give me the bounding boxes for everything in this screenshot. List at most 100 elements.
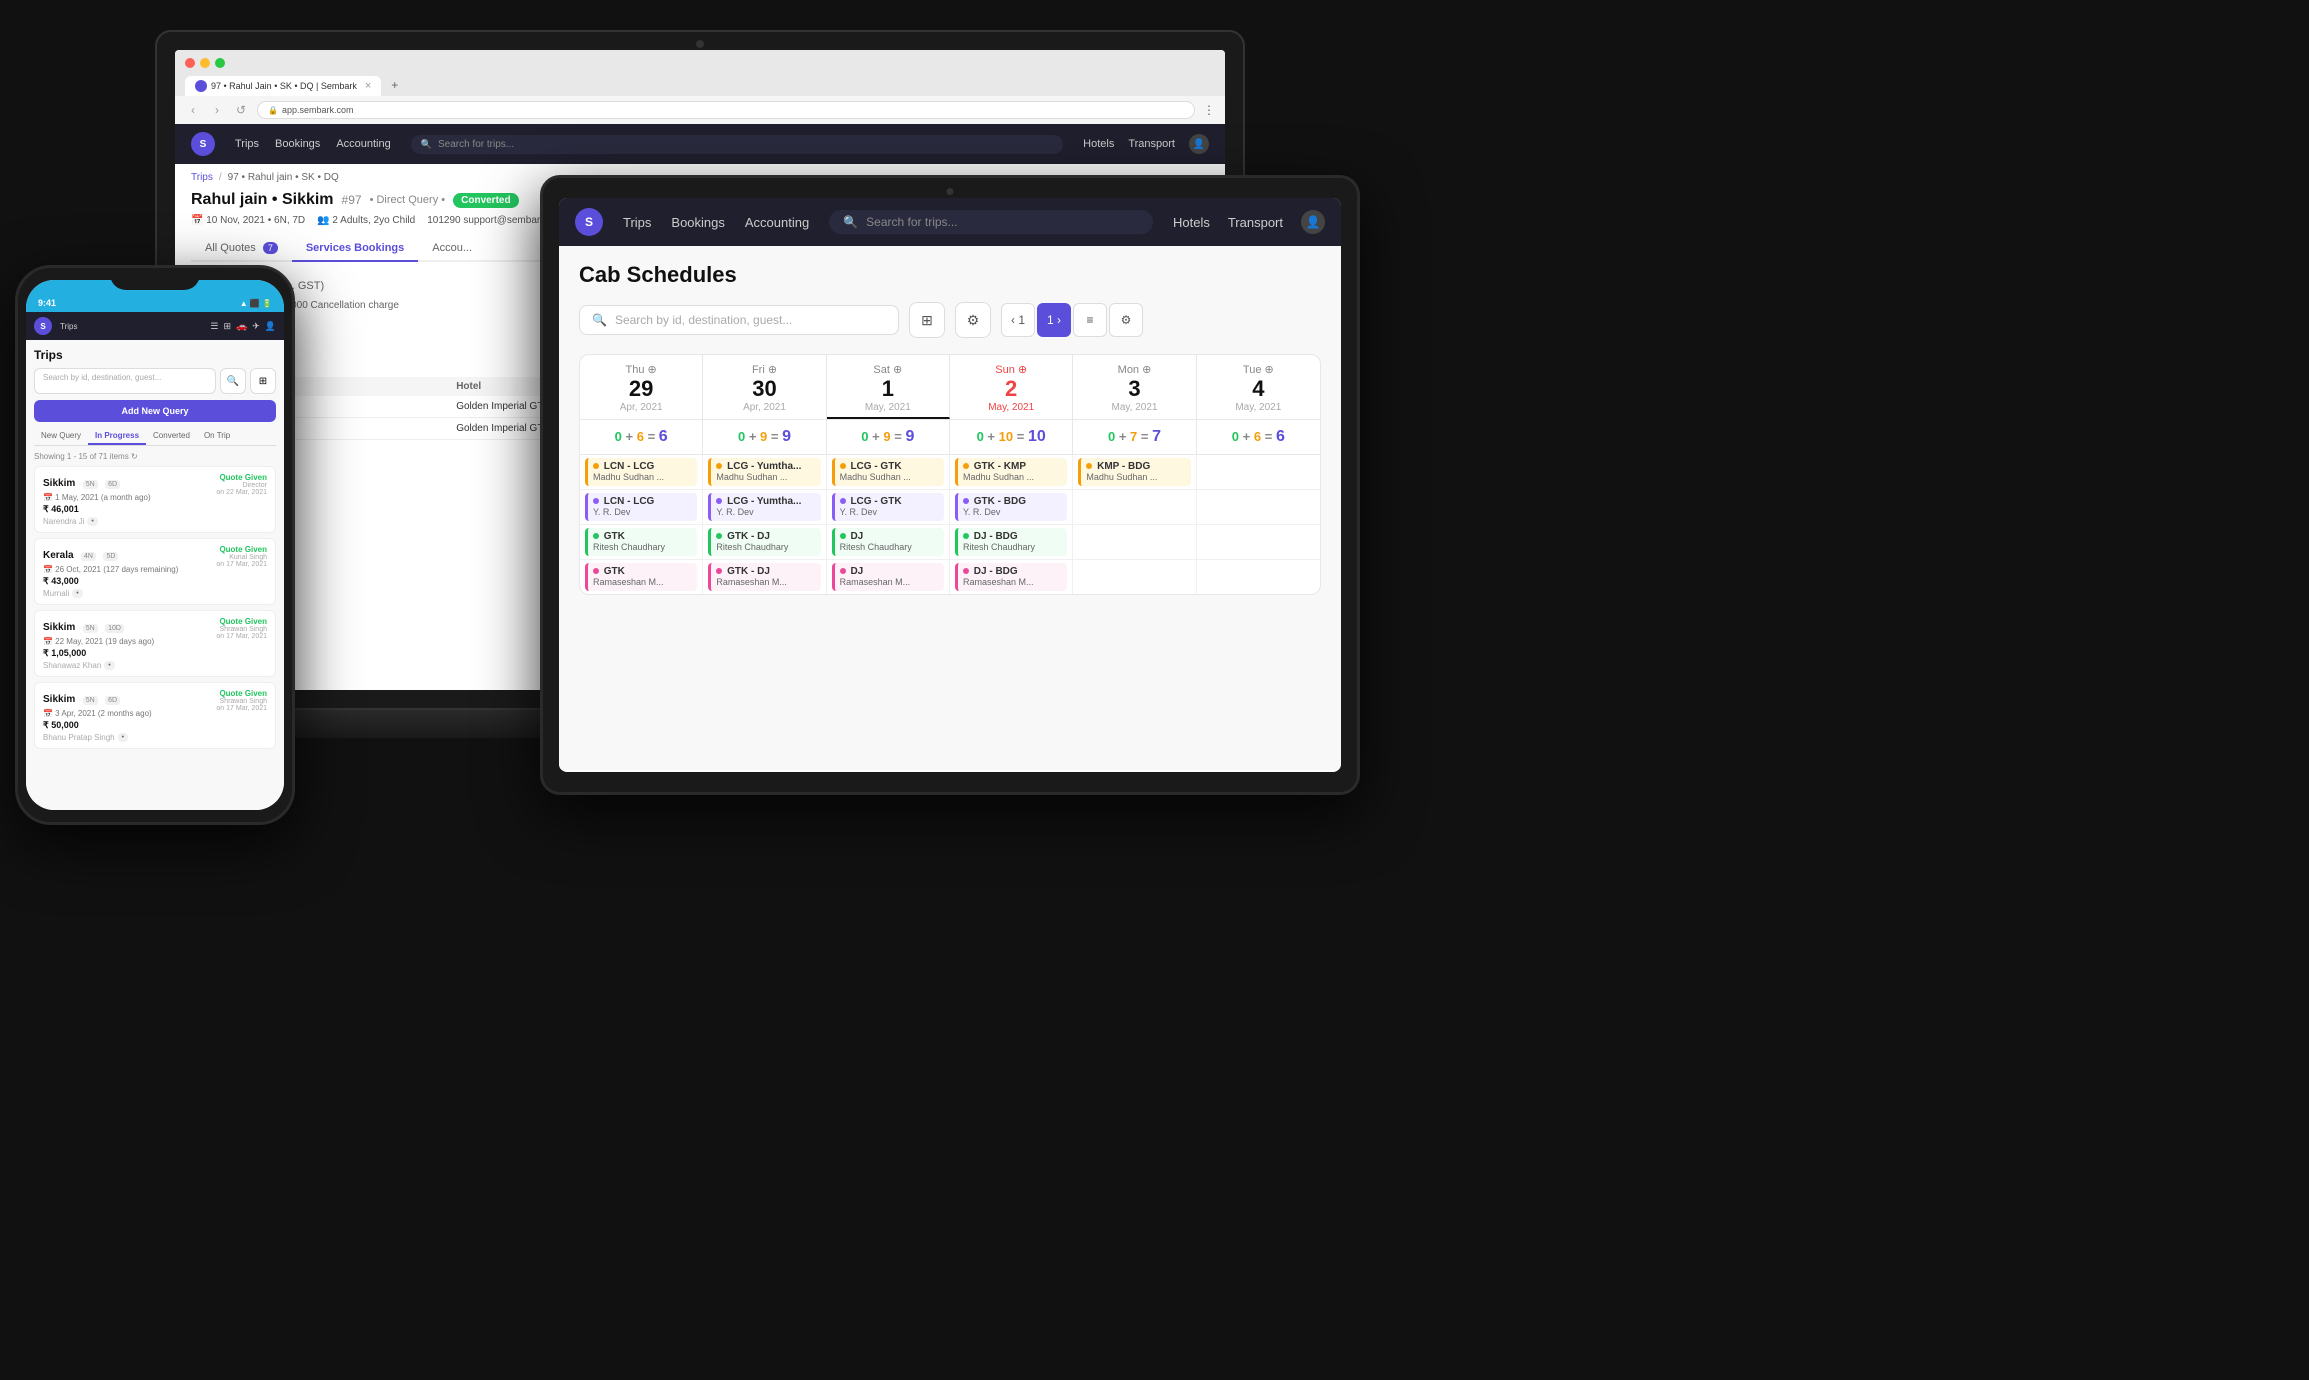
tablet-nav-bookings[interactable]: Bookings	[671, 215, 724, 230]
laptop-search-bar[interactable]: 🔍 Search for trips...	[411, 135, 1063, 154]
phone-user-icon[interactable]: 👤	[265, 321, 276, 332]
phone-nav-icon-4[interactable]: ✈	[252, 321, 260, 332]
tab-close-icon[interactable]: ×	[365, 80, 371, 92]
laptop-user-icon[interactable]: 👤	[1189, 134, 1209, 154]
day-num-fri: 30	[713, 376, 815, 402]
event-thu-1[interactable]: LCN - LCG Madhu Sudhan ...	[580, 455, 703, 489]
event-mon-2-empty	[1073, 490, 1196, 524]
phone-frame: 9:41 ▲ ⬛ 🔋 S Trips ☰ ⊞ 🚗 ✈ 👤 Trips	[15, 265, 295, 825]
event-sun-1[interactable]: GTK - KMP Madhu Sudhan ...	[950, 455, 1073, 489]
tab-favicon	[195, 80, 207, 92]
browser-tab-active[interactable]: 97 • Rahul Jain • SK • DQ | Sembark ×	[185, 76, 381, 96]
cab-prev-button[interactable]: ‹ 1	[1001, 303, 1035, 337]
laptop-camera	[696, 40, 704, 48]
event-thu-4[interactable]: GTK Ramaseshan M...	[580, 560, 703, 594]
tablet-search-bar[interactable]: 🔍 Search for trips...	[829, 210, 1153, 234]
tablet-nav-accounting[interactable]: Accounting	[745, 215, 809, 230]
url-text: app.sembark.com	[282, 105, 354, 115]
phone-nav-icon-3[interactable]: 🚗	[236, 321, 247, 332]
tab-all-quotes[interactable]: All Quotes 7	[191, 236, 292, 262]
day-month-sat: May, 2021	[837, 402, 939, 413]
cab-current-page[interactable]: 1 ›	[1037, 303, 1071, 337]
laptop-nav-bookings[interactable]: Bookings	[275, 138, 320, 150]
maximize-window-button[interactable]	[215, 58, 225, 68]
event-sat-4[interactable]: DJ Ramaseshan M...	[827, 560, 950, 594]
phone-trip-badge-2b: 5D	[103, 552, 118, 561]
event-fri-1[interactable]: LCG - Yumtha... Madhu Sudhan ...	[703, 455, 826, 489]
day-name-tue: Tue ⊕	[1207, 363, 1310, 376]
phone-content: Trips Search by id, destination, guest..…	[26, 340, 284, 810]
tablet-nav-transport[interactable]: Transport	[1228, 215, 1283, 230]
new-tab-button[interactable]: +	[383, 74, 406, 96]
event-fri-3[interactable]: GTK - DJ Ritesh Chaudhary	[703, 525, 826, 559]
laptop-app-logo[interactable]: S	[191, 132, 215, 156]
event-sun-3[interactable]: DJ - BDG Ritesh Chaudhary	[950, 525, 1073, 559]
day-name-sat: Sat ⊕	[837, 363, 939, 376]
phone-trip-price-3: ₹ 1,05,000	[43, 648, 267, 659]
laptop-nav-hotels[interactable]: Hotels	[1083, 138, 1114, 150]
trip-date: 📅 10 Nov, 2021 • 6N, 7D	[191, 215, 305, 226]
event-thu-2[interactable]: LCN - LCG Y. R. Dev	[580, 490, 703, 524]
laptop-nav-trips[interactable]: Trips	[235, 138, 259, 150]
browser-reload-button[interactable]: ↺	[233, 102, 249, 118]
event-fri-4[interactable]: GTK - DJ Ramaseshan M...	[703, 560, 826, 594]
tablet-frame: S Trips Bookings Accounting 🔍 Search for…	[540, 175, 1360, 795]
cal-header-fri: Fri ⊕ 30 Apr, 2021	[703, 355, 826, 419]
phone-nav-icon-1[interactable]: ☰	[210, 321, 218, 332]
phone-trip-card-2[interactable]: Kerala 4N 5D 📅 26 Oct, 2021 (127 days re…	[34, 538, 276, 605]
event-route-sun-3: DJ - BDG	[974, 531, 1018, 542]
day-num-mon: 3	[1083, 376, 1185, 402]
event-sat-3[interactable]: DJ Ritesh Chaudhary	[827, 525, 950, 559]
phone-app-logo[interactable]: S	[34, 317, 52, 335]
day-month-mon: May, 2021	[1083, 402, 1185, 413]
phone-trip-dest-3: Sikkim	[43, 622, 75, 633]
breadcrumb-trips[interactable]: Trips	[191, 172, 213, 183]
tablet-app-logo[interactable]: S	[575, 208, 603, 236]
event-mon-1[interactable]: KMP - BDG Madhu Sudhan ...	[1073, 455, 1196, 489]
cab-filter-button[interactable]: ⊞	[909, 302, 945, 338]
tablet-nav-trips[interactable]: Trips	[623, 215, 651, 230]
tab-accounting[interactable]: Accou...	[418, 236, 486, 262]
phone-filter-button[interactable]: ⊞	[250, 368, 276, 394]
phone-tab-converted[interactable]: Converted	[146, 428, 197, 445]
phone-search-input[interactable]: Search by id, destination, guest...	[34, 368, 216, 394]
event-sun-2[interactable]: GTK - BDG Y. R. Dev	[950, 490, 1073, 524]
cab-filter2-button[interactable]: ⚙	[955, 302, 991, 338]
cab-search-input[interactable]: 🔍 Search by id, destination, guest...	[579, 305, 899, 335]
phone-trip-status-4: Quote Given Shrawan Singh on 17 Mar, 202…	[216, 689, 267, 712]
laptop-nav-transport[interactable]: Transport	[1128, 138, 1175, 150]
browser-url-bar[interactable]: 🔒 app.sembark.com	[257, 101, 1195, 119]
count-orange-thu: 6	[637, 429, 644, 444]
phone-tab-in-progress[interactable]: In Progress	[88, 428, 146, 445]
tablet-user-icon[interactable]: 👤	[1301, 210, 1325, 234]
phone-trip-card-3[interactable]: Sikkim 5N 10D 📅 22 May, 2021 (19 days ag…	[34, 610, 276, 677]
minimize-window-button[interactable]	[200, 58, 210, 68]
event-sat-1[interactable]: LCG - GTK Madhu Sudhan ...	[827, 455, 950, 489]
phone-trip-card-1[interactable]: Sikkim 5N 6D 📅 1 May, 2021 (a month ago)…	[34, 466, 276, 533]
tablet-nav-hotels[interactable]: Hotels	[1173, 215, 1210, 230]
event-fri-2[interactable]: LCG - Yumtha... Y. R. Dev	[703, 490, 826, 524]
event-sun-4[interactable]: DJ - BDG Ramaseshan M...	[950, 560, 1073, 594]
event-sat-2[interactable]: LCG - GTK Y. R. Dev	[827, 490, 950, 524]
browser-back-button[interactable]: ‹	[185, 102, 201, 118]
cab-settings-button[interactable]: ⚙	[1109, 303, 1143, 337]
cab-list-view-button[interactable]: ≡	[1073, 303, 1107, 337]
phone-trip-card-4[interactable]: Sikkim 5N 6D 📅 3 Apr, 2021 (2 months ago…	[34, 682, 276, 749]
event-route-fri-2: LCG - Yumtha...	[727, 496, 801, 507]
day-month-tue: May, 2021	[1207, 402, 1310, 413]
browser-forward-button[interactable]: ›	[209, 102, 225, 118]
phone-search-button[interactable]: 🔍	[220, 368, 246, 394]
close-window-button[interactable]	[185, 58, 195, 68]
laptop-nav-accounting[interactable]: Accounting	[336, 138, 390, 150]
phone-add-query-button[interactable]: Add New Query	[34, 400, 276, 422]
browser-menu-button[interactable]: ⋮	[1203, 103, 1215, 117]
phone-trip-badge-3b: 10D	[105, 624, 124, 633]
event-thu-3[interactable]: GTK Ritesh Chaudhary	[580, 525, 703, 559]
phone-tab-new-query[interactable]: New Query	[34, 428, 88, 445]
tab-services-bookings[interactable]: Services Bookings	[292, 236, 418, 262]
phone-nav-links: Trips	[60, 322, 77, 331]
phone-nav-trips[interactable]: Trips	[60, 322, 77, 331]
phone-nav-icon-2[interactable]: ⊞	[223, 321, 231, 332]
phone-tab-on-trip[interactable]: On Trip	[197, 428, 237, 445]
traffic-lights	[185, 58, 1215, 68]
